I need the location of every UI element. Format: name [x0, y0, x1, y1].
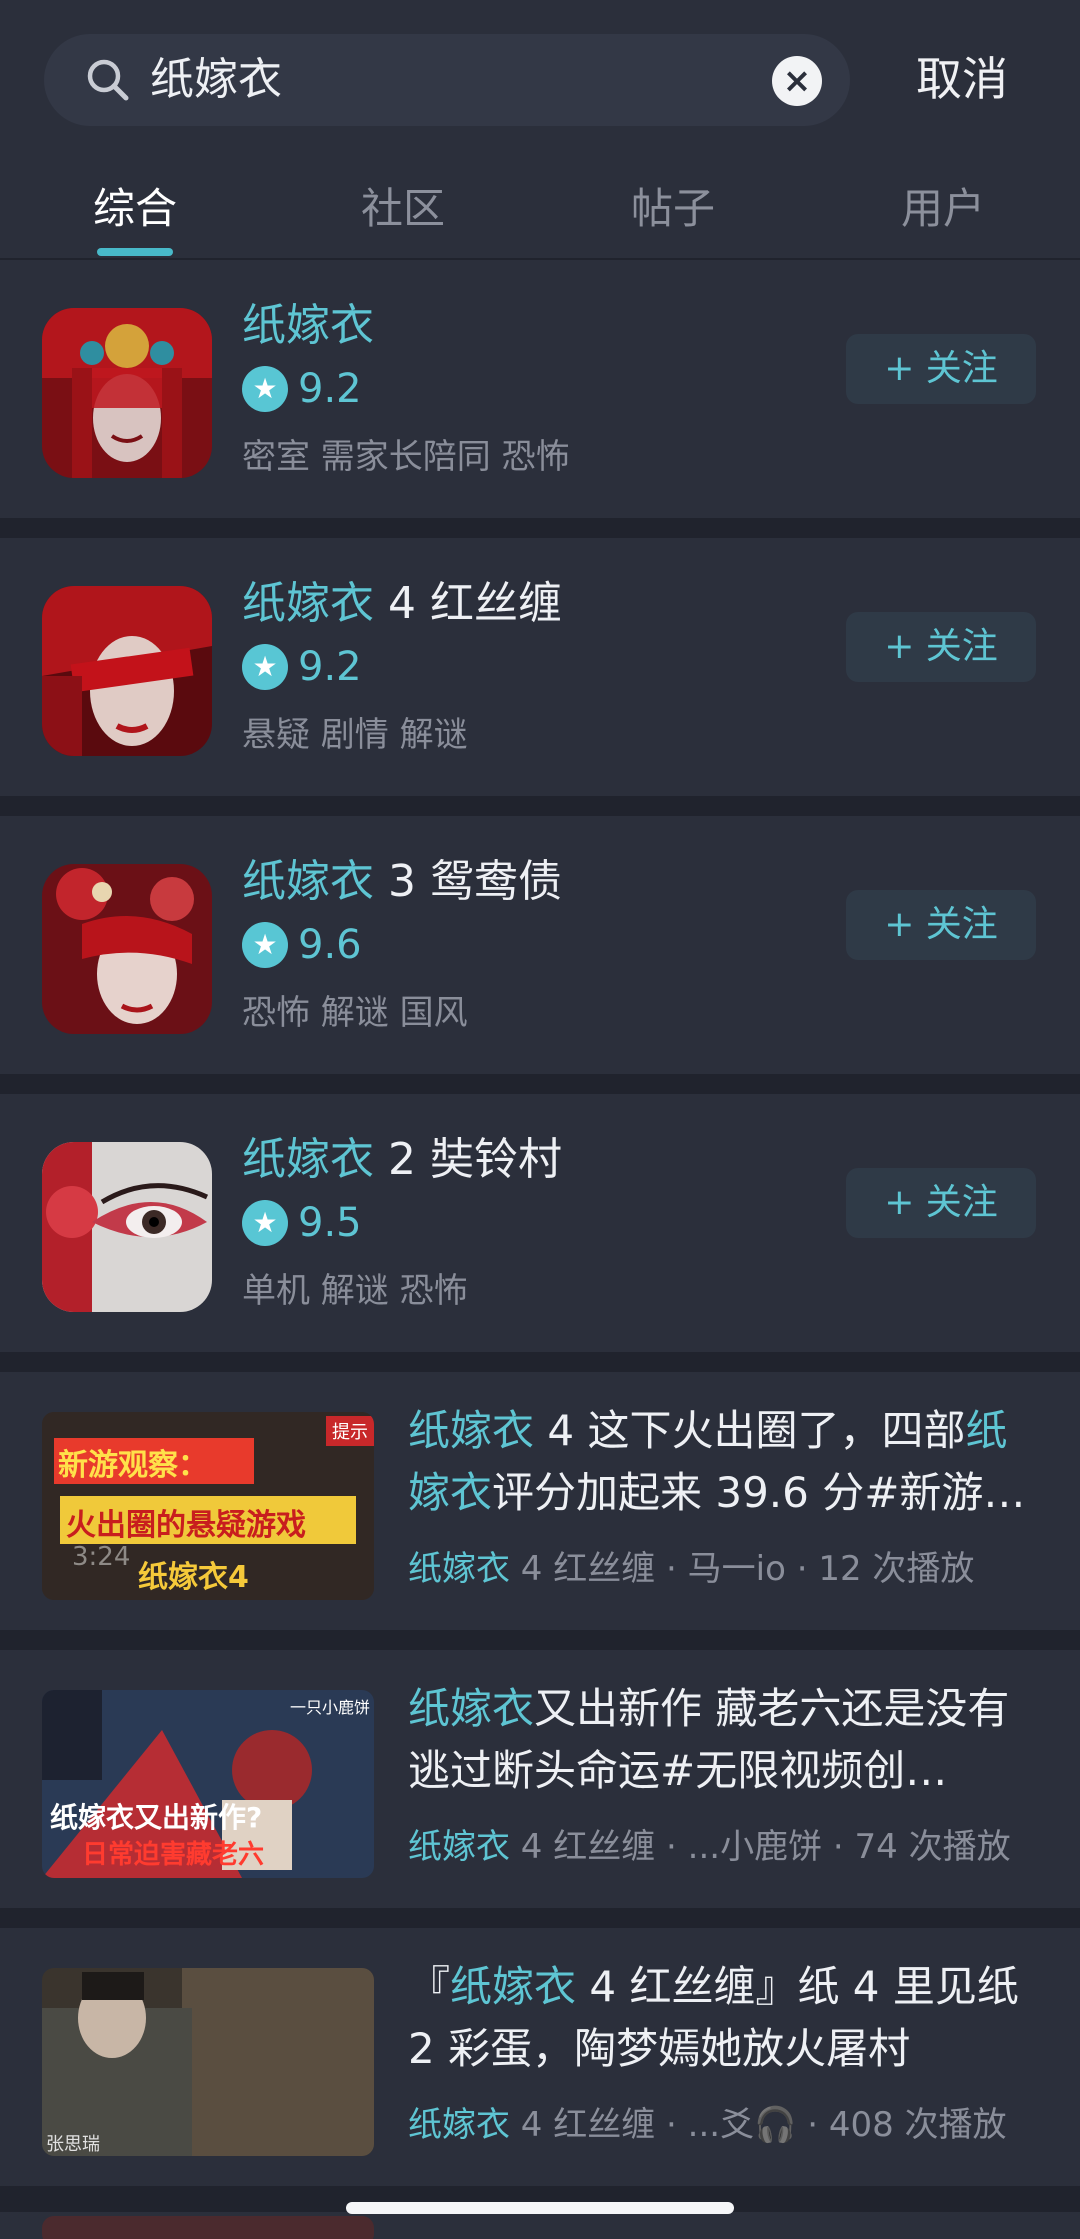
video-result-card[interactable]: 张思瑞 『纸嫁衣 4 红丝缠』纸 4 里见纸 2 彩蛋，陶梦嫣她放火屠村 纸嫁衣…: [0, 1928, 1080, 2186]
next-result-peek: [0, 2212, 1080, 2239]
thumbnail-caption: 日常迫害藏老六: [82, 1840, 265, 1870]
divider: [0, 796, 1080, 816]
search-box[interactable]: 纸嫁衣 ×: [44, 34, 850, 126]
app-icon: [42, 586, 212, 756]
thumbnail-badge: 一只小鹿饼: [289, 1698, 370, 1717]
cancel-button[interactable]: 取消: [916, 48, 1008, 110]
rating-value: 9.2: [298, 366, 362, 412]
video-duration: 3:24: [72, 1542, 131, 1572]
follow-button[interactable]: + 关注: [846, 1168, 1036, 1238]
tab-posts[interactable]: 帖子: [603, 182, 743, 236]
divider: [0, 518, 1080, 538]
app-tags: 恐怖 解谜 国风: [242, 993, 468, 1033]
video-result-card[interactable]: 新游观察： 火出圈的悬疑游戏 纸嫁衣4 提示 3:24 纸嫁衣 4 这下火出圈了…: [0, 1372, 1080, 1630]
video-result-card[interactable]: 纸嫁衣又出新作? 日常迫害藏老六 一只小鹿饼 纸嫁衣又出新作 藏老六还是没有逃过…: [0, 1650, 1080, 1908]
search-header: 纸嫁衣 × 取消: [0, 0, 1080, 156]
thumbnail-caption: 纸嫁衣又出新作?: [50, 1801, 263, 1834]
search-icon: [87, 59, 129, 101]
divider: [0, 1352, 1080, 1372]
video-title: 纸嫁衣又出新作 藏老六还是没有逃过断头命运#无限视频创…: [408, 1684, 1010, 1795]
thumbnail-caption: 张思瑞: [46, 2134, 100, 2155]
app-result-card[interactable]: 纸嫁衣 2 奘铃村 ★ 9.5 单机 解谜 恐怖 + 关注: [0, 1094, 1080, 1352]
tab-users[interactable]: 用户: [873, 182, 1013, 236]
follow-button[interactable]: + 关注: [846, 612, 1036, 682]
app-tags: 密室 需家长陪同 恐怖: [242, 437, 570, 477]
app-result-card[interactable]: 纸嫁衣 4 红丝缠 ★ 9.2 悬疑 剧情 解谜 + 关注: [0, 538, 1080, 796]
app-title: 纸嫁衣: [242, 300, 374, 351]
app-title: 纸嫁衣 4 红丝缠: [242, 578, 562, 629]
video-thumbnail: [42, 2216, 374, 2239]
app-result-card[interactable]: 纸嫁衣 ★ 9.2 密室 需家长陪同 恐怖 + 关注: [0, 260, 1080, 518]
thumbnail-caption: 纸嫁衣4: [138, 1560, 249, 1595]
thumbnail-badge: 提示: [326, 1416, 374, 1446]
active-tab-indicator: [97, 248, 173, 256]
video-title: 『纸嫁衣 4 红丝缠』纸 4 里见纸 2 彩蛋，陶梦嫣她放火屠村: [408, 1962, 1019, 2073]
result-tabs: 综合 社区 帖子 用户: [0, 156, 1080, 260]
thumbnail-caption: 新游观察：: [58, 1448, 208, 1483]
video-meta: 纸嫁衣 4 红丝缠 · ...爻🎧 · 408 次播放: [408, 2105, 1007, 2145]
app-tags: 悬疑 剧情 解谜: [242, 715, 468, 755]
app-result-card[interactable]: 纸嫁衣 3 鸳鸯债 ★ 9.6 恐怖 解谜 国风 + 关注: [0, 816, 1080, 1074]
video-meta: 纸嫁衣 4 红丝缠 · ...小鹿饼 · 74 次播放: [408, 1827, 1011, 1867]
star-icon: ★: [242, 1200, 288, 1246]
star-icon: ★: [242, 922, 288, 968]
video-meta: 纸嫁衣 4 红丝缠 · 马一io · 12 次播放: [408, 1549, 975, 1589]
app-icon: [42, 1142, 212, 1312]
app-title: 纸嫁衣 2 奘铃村: [242, 1134, 562, 1185]
rating-value: 9.6: [298, 922, 362, 968]
thumbnail-caption: 火出圈的悬疑游戏: [66, 1508, 306, 1543]
video-thumbnail: 纸嫁衣又出新作? 日常迫害藏老六 一只小鹿饼: [42, 1690, 374, 1878]
video-title: 纸嫁衣 4 这下火出圈了，四部纸嫁衣评分加起来 39.6 分#新游…: [408, 1406, 1026, 1517]
app-tags: 单机 解谜 恐怖: [242, 1271, 468, 1311]
app-icon: [42, 864, 212, 1034]
video-thumbnail: 张思瑞: [42, 1968, 374, 2156]
follow-button[interactable]: + 关注: [846, 334, 1036, 404]
home-indicator[interactable]: [346, 2202, 734, 2214]
tab-comprehensive[interactable]: 综合: [65, 182, 205, 236]
rating-value: 9.2: [298, 644, 362, 690]
divider: [0, 1630, 1080, 1650]
star-icon: ★: [242, 366, 288, 412]
app-title: 纸嫁衣 3 鸳鸯债: [242, 856, 562, 907]
divider: [0, 1908, 1080, 1928]
star-icon: ★: [242, 644, 288, 690]
search-input[interactable]: 纸嫁衣: [150, 50, 282, 110]
close-circle-icon[interactable]: ×: [772, 56, 822, 106]
app-icon: [42, 308, 212, 478]
tab-community[interactable]: 社区: [333, 182, 473, 236]
divider: [0, 1074, 1080, 1094]
follow-button[interactable]: + 关注: [846, 890, 1036, 960]
video-thumbnail: 新游观察： 火出圈的悬疑游戏 纸嫁衣4 提示 3:24: [42, 1412, 374, 1600]
rating-value: 9.5: [298, 1200, 362, 1246]
